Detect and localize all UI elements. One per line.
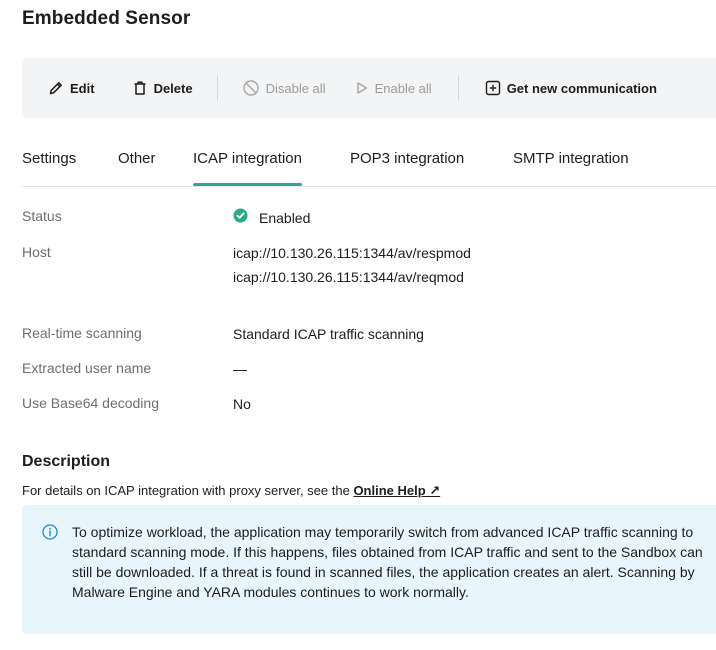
realtime-scanning-label: Real-time scanning [22, 325, 142, 341]
tab-pop3-integration[interactable]: POP3 integration [350, 150, 464, 186]
check-circle-icon [233, 208, 248, 227]
edit-label: Edit [70, 80, 95, 96]
disable-all-button[interactable]: Disable all [242, 79, 326, 97]
extracted-user-name-label: Extracted user name [22, 360, 152, 376]
page-title: Embedded Sensor [22, 8, 191, 29]
info-line: Malware Engine and YARA modules continue… [72, 584, 469, 600]
host-label: Host [22, 244, 51, 260]
extracted-user-name-value: — [233, 361, 247, 377]
status-value: Enabled [233, 208, 310, 227]
play-icon [355, 81, 369, 95]
get-new-communication-button[interactable]: Get new communication [485, 80, 657, 96]
enable-all-label: Enable all [374, 80, 432, 96]
plus-square-icon [485, 80, 501, 96]
toolbar-separator [457, 75, 459, 101]
description-title: Description [22, 453, 111, 470]
tab-other[interactable]: Other [118, 150, 156, 186]
info-icon [42, 524, 58, 545]
host-value-reqmod: icap://10.130.26.115:1344/av/reqmod [233, 269, 464, 285]
status-text: Enabled [259, 209, 311, 226]
online-help-link[interactable]: Online Help ↗ [353, 483, 440, 498]
tab-divider [22, 186, 716, 187]
pencil-icon [48, 80, 64, 96]
enable-all-button[interactable]: Enable all [355, 81, 432, 96]
info-notice: To optimize workload, the application ma… [22, 505, 716, 634]
status-label: Status [22, 208, 62, 224]
tab-icap-integration[interactable]: ICAP integration [193, 150, 302, 186]
base64-decoding-label: Use Base64 decoding [22, 395, 159, 411]
host-value-respmod: icap://10.130.26.115:1344/av/respmod [233, 245, 471, 261]
delete-button[interactable]: Delete [132, 80, 193, 96]
delete-label: Delete [153, 80, 193, 96]
toolbar: Edit Delete Disable all Enable all Get n… [22, 58, 716, 118]
tab-bar: Settings Other ICAP integration POP3 int… [22, 150, 716, 186]
toolbar-separator [216, 75, 218, 101]
realtime-scanning-value: Standard ICAP traffic scanning [233, 326, 424, 342]
edit-button[interactable]: Edit [48, 80, 95, 96]
info-notice-text: To optimize workload, the application ma… [72, 522, 703, 602]
info-line: still be downloaded. If a threat is foun… [72, 564, 695, 580]
get-new-communication-label: Get new communication [506, 80, 657, 96]
description-text: For details on ICAP integration with pro… [22, 483, 441, 498]
info-line: To optimize workload, the application ma… [72, 524, 694, 540]
tab-smtp-integration[interactable]: SMTP integration [513, 150, 629, 186]
tab-settings[interactable]: Settings [22, 150, 76, 186]
base64-decoding-value: No [233, 396, 251, 412]
info-line: standard scanning mode. If this happens,… [72, 544, 703, 560]
embedded-sensor-page: Embedded Sensor Edit Delete Disable all … [0, 0, 716, 650]
disable-all-label: Disable all [265, 80, 326, 96]
block-icon [242, 79, 260, 97]
trash-icon [132, 80, 148, 96]
